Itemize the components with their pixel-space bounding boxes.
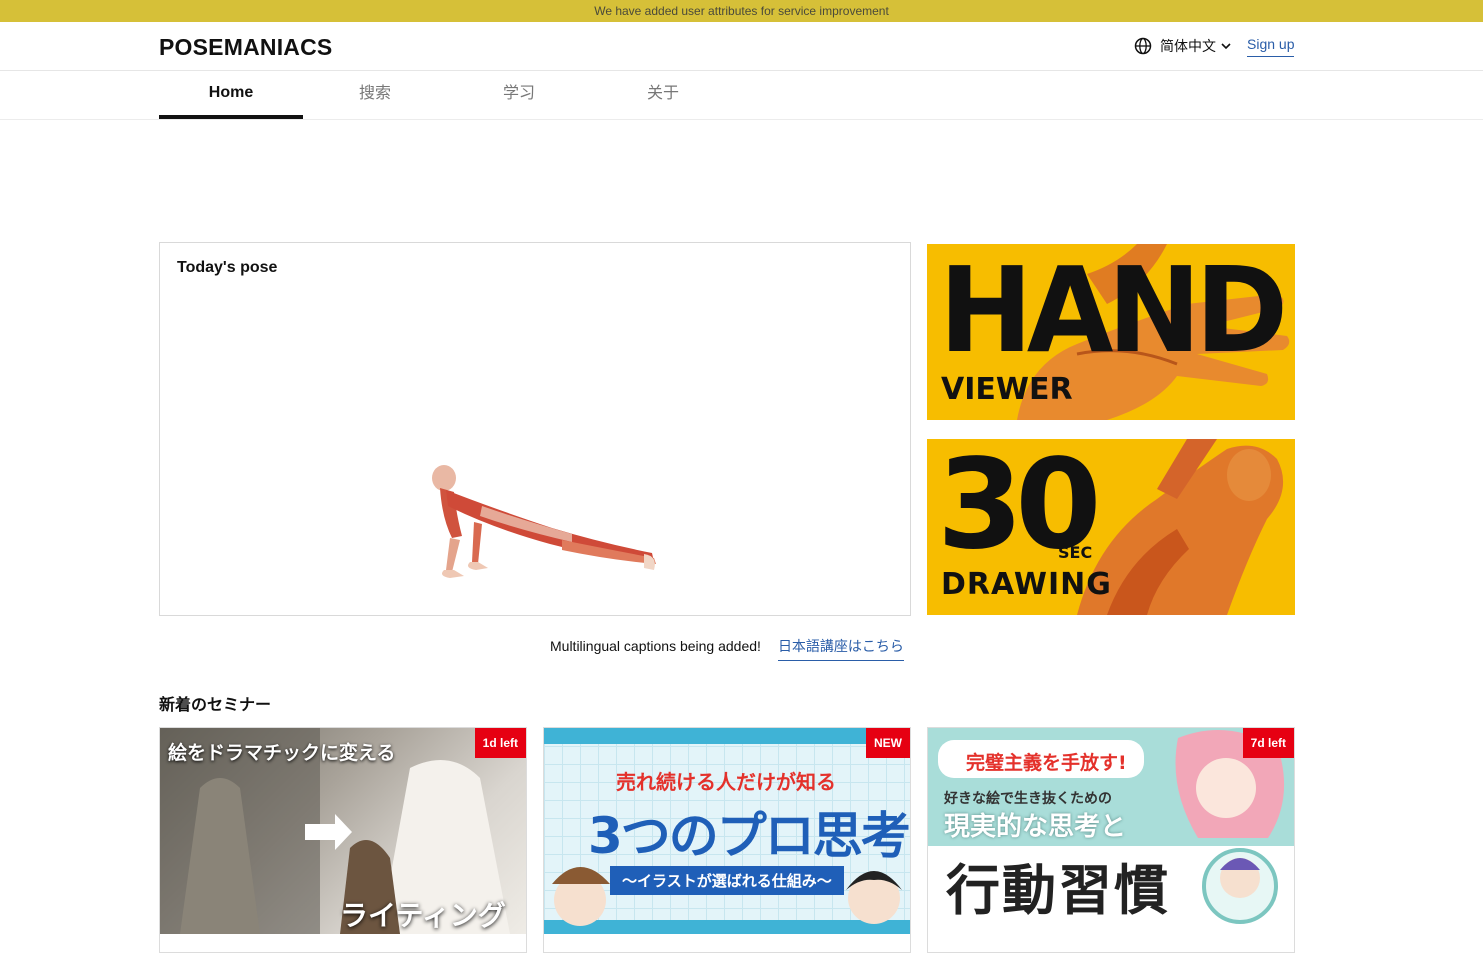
language-label: 简体中文 — [1160, 38, 1216, 54]
characters-illustration — [552, 867, 902, 926]
signup-link[interactable]: Sign up — [1247, 36, 1295, 57]
language-selector[interactable]: 简体中文 — [1134, 36, 1232, 56]
banner-30-unit: SEC — [1058, 543, 1093, 562]
seminar-thumbnail: 完璧主義を手放す! 好きな絵で生き抜くための 現実的な思考と 行動習慣 — [928, 728, 1294, 934]
seminar-badge: NEW — [866, 728, 910, 758]
hand-viewer-banner[interactable]: HAND VIEWER — [927, 244, 1295, 420]
site-header: POSEMANIACS 简体中文 Sign up — [0, 22, 1483, 71]
captions-text: Multilingual captions being added! — [550, 638, 761, 654]
thirty-sec-drawing-banner[interactable]: 30 SEC DRAWING — [927, 439, 1295, 615]
captions-notice: Multilingual captions being added! 日本語講座… — [550, 636, 904, 661]
tab-search[interactable]: 搜索 — [303, 71, 447, 119]
main-nav-tabs: Home 搜索 学习 关于 — [0, 71, 1483, 120]
seminar-thumbnail: 絵をドラマチックに変える ライティング — [160, 728, 526, 934]
chevron-down-icon — [1220, 40, 1232, 52]
announcement-text: We have added user attributes for servic… — [594, 4, 889, 18]
banner-hand-subtitle: VIEWER — [941, 372, 1073, 407]
new-seminars-heading: 新着のセミナー — [159, 697, 272, 714]
characters-illustration — [1175, 730, 1285, 924]
tab-about[interactable]: 关于 — [591, 71, 735, 119]
seminar-card[interactable]: 絵をドラマチックに変える ライティング 1d left — [159, 727, 527, 953]
seminar-badge: 7d left — [1242, 728, 1294, 758]
seminar-subtitle: ライティング — [340, 899, 506, 932]
banner-hand-title: HAND — [939, 244, 1288, 380]
announcement-bar: We have added user attributes for servic… — [0, 0, 1483, 22]
seminar-badge: 1d left — [474, 728, 526, 758]
japanese-course-link[interactable]: 日本語講座はこちら — [777, 636, 904, 661]
globe-icon — [1134, 37, 1152, 55]
tab-home[interactable]: Home — [159, 71, 303, 119]
seminar-headline: 絵をドラマチックに変える — [168, 742, 396, 764]
site-logo[interactable]: POSEMANIACS — [159, 34, 332, 61]
todays-pose-card[interactable]: Today's pose — [159, 242, 911, 616]
tab-learn[interactable]: 学习 — [447, 71, 591, 119]
seminar-thumbnail: 売れ続ける人だけが知る 3つのプロ思考 〜イラストが選ばれる仕組み〜 — [544, 728, 910, 934]
seminar-card[interactable]: 完璧主義を手放す! 好きな絵で生き抜くための 現実的な思考と 行動習慣 7d l… — [927, 727, 1295, 953]
todays-pose-title: Today's pose — [177, 259, 278, 276]
banner-30-subtitle: DRAWING — [941, 567, 1112, 602]
pose-figure-image — [432, 465, 656, 578]
seminar-card[interactable]: 売れ続ける人だけが知る 3つのプロ思考 〜イラストが選ばれる仕組み〜 NEW — [543, 727, 911, 953]
